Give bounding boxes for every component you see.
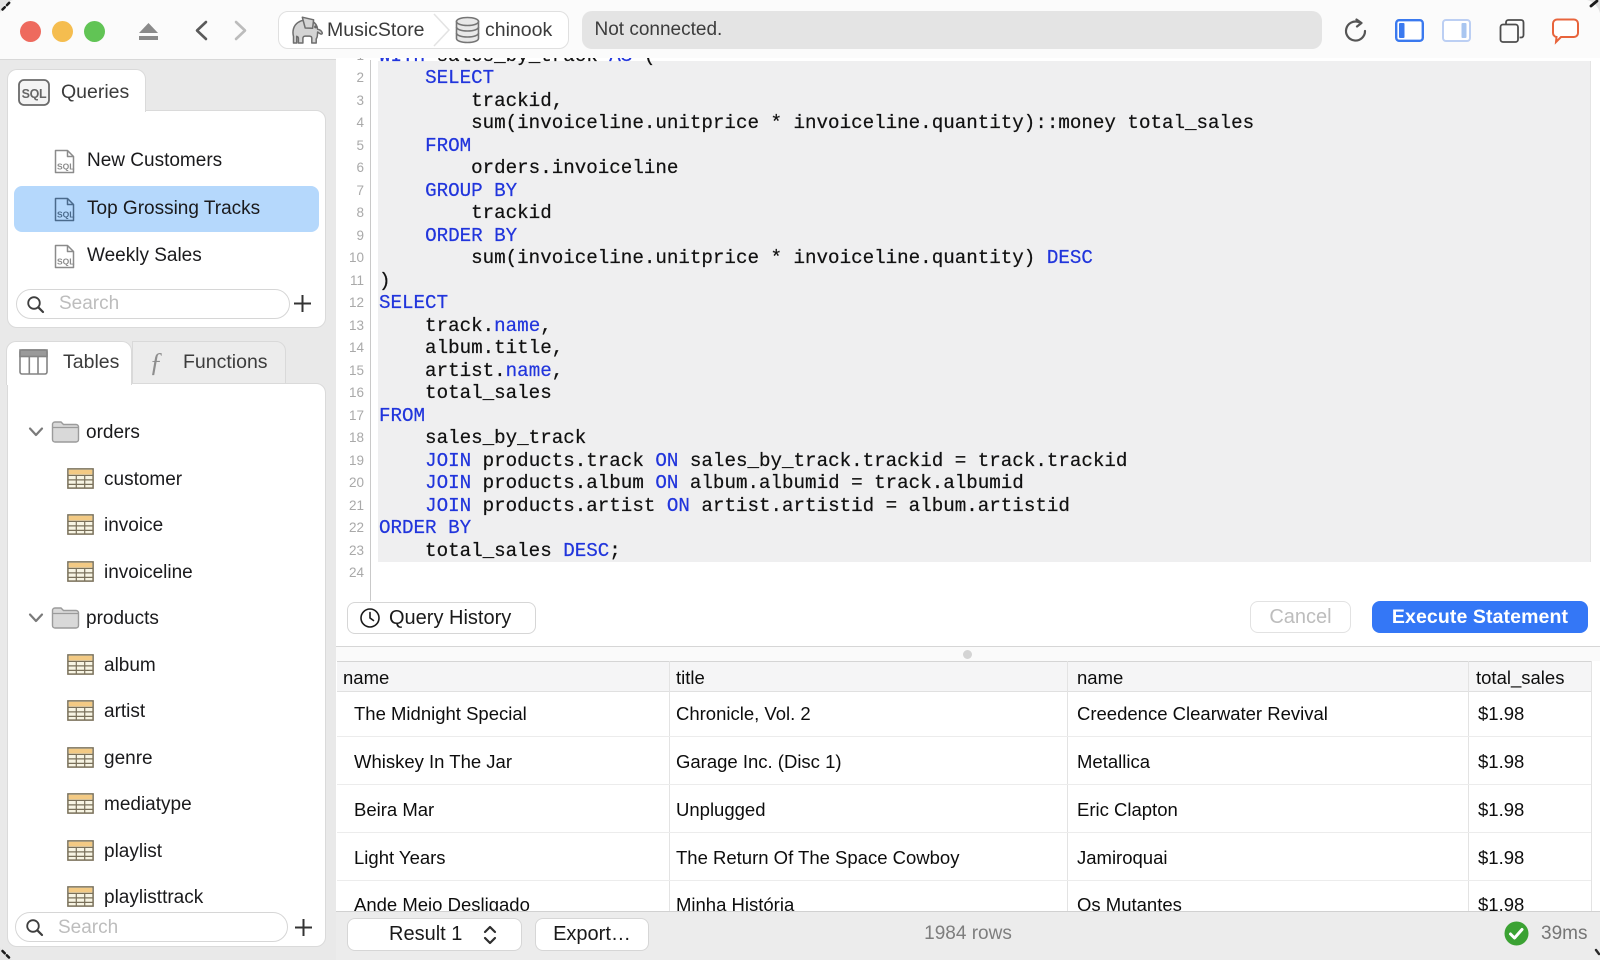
svg-text:SQL: SQL	[57, 210, 74, 220]
svg-text:SQL: SQL	[57, 162, 74, 172]
svg-text:ƒ: ƒ	[149, 348, 163, 377]
svg-text:SQL: SQL	[57, 257, 74, 267]
svg-text:SQL: SQL	[22, 87, 47, 101]
